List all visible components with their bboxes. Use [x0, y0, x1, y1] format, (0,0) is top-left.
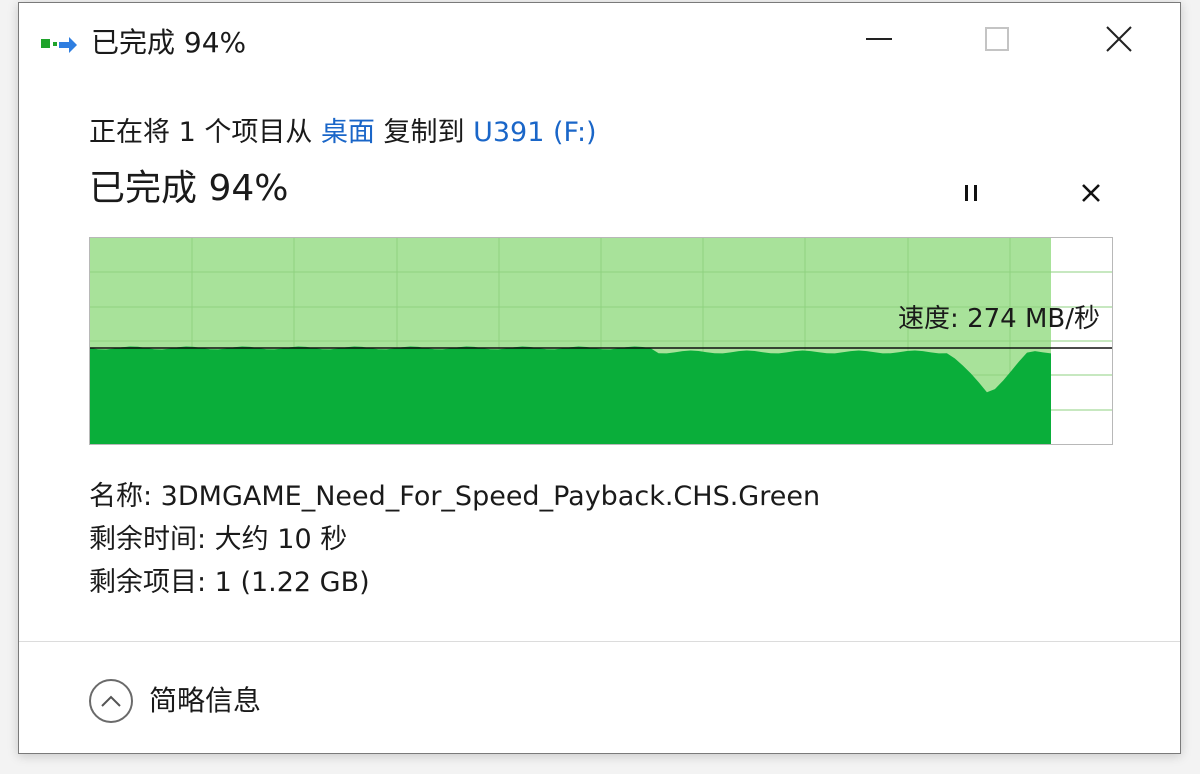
destination-drive-link[interactable]: U391 (F:)	[473, 117, 596, 148]
minimize-button[interactable]	[847, 11, 911, 71]
fewer-details-toggle[interactable]: 简略信息	[89, 677, 261, 725]
minimize-icon	[864, 24, 894, 58]
operation-middle: 复制到	[374, 117, 474, 148]
cancel-icon	[1077, 179, 1105, 211]
speed-graph-canvas	[90, 238, 1112, 444]
footer-divider	[19, 641, 1180, 642]
close-button[interactable]	[1087, 11, 1151, 71]
maximize-icon	[982, 24, 1012, 58]
time-remaining: 剩余时间: 大约 10 秒	[89, 524, 348, 555]
copy-transfer-icon	[39, 34, 79, 56]
transfer-speed-graph: 速度: 274 MB/秒	[89, 237, 1113, 445]
operation-prefix: 正在将 1 个项目从	[89, 117, 321, 148]
fewer-details-label: 简略信息	[149, 684, 262, 717]
items-remaining: 剩余项目: 1 (1.22 GB)	[89, 567, 370, 598]
file-copy-dialog: 已完成 94% 正在将 1 个项目从 桌面 复制到 U391 (F:) 已完成 …	[18, 2, 1181, 754]
speed-label: 速度: 274 MB/秒	[898, 304, 1100, 334]
file-name: 名称: 3DMGAME_Need_For_Speed_Payback.CHS.G…	[89, 481, 821, 512]
pause-icon	[957, 179, 985, 211]
pause-button[interactable]	[949, 173, 993, 217]
progress-title: 已完成 94%	[89, 168, 289, 209]
title-bar[interactable]: 已完成 94%	[19, 3, 1180, 81]
cancel-button[interactable]	[1069, 173, 1113, 217]
chevron-up-icon	[89, 679, 133, 723]
close-icon	[1104, 24, 1134, 58]
source-folder-link[interactable]: 桌面	[321, 117, 375, 148]
operation-description: 正在将 1 个项目从 桌面 复制到 U391 (F:)	[89, 115, 597, 151]
maximize-button[interactable]	[965, 11, 1029, 71]
window-title: 已完成 94%	[91, 26, 247, 59]
speed-history-area	[90, 344, 1051, 444]
